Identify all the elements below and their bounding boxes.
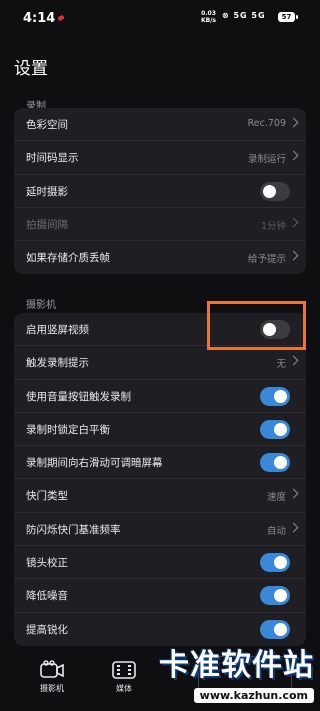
chevron-right-icon (288, 355, 299, 366)
setting-value: 自动 (266, 525, 286, 537)
setting-value: 录制运行 (247, 154, 286, 166)
setting-row-timelapse: 延时摄影 (14, 175, 306, 208)
setting-label: 拍摄间隔 (26, 218, 68, 231)
chevron-right-icon (288, 150, 299, 161)
setting-label: 降低噪音 (26, 590, 68, 603)
notification-icon (57, 14, 65, 22)
volume-trigger-toggle[interactable] (260, 386, 290, 406)
setting-label: 使用音量按钮触发录制 (26, 390, 131, 403)
section-title-camera: 摄影机 (26, 300, 56, 311)
lock-wb-toggle[interactable] (260, 419, 290, 439)
nav-label: 媒体 (116, 684, 132, 693)
setting-label: 色彩空间 (26, 119, 68, 131)
setting-value: 速度 (266, 492, 286, 504)
setting-row-lock-wb: 录制时锁定白平衡 (14, 413, 306, 447)
chevron-right-icon (288, 217, 299, 228)
toggle-knob (263, 184, 276, 198)
setting-label: 时间码显示 (26, 152, 79, 165)
lens-correction-toggle[interactable] (260, 553, 290, 573)
toggle-knob (274, 389, 287, 403)
setting-row-shutter-type[interactable]: 快门类型 速度 (14, 479, 306, 513)
watermark-url: www.kazhun.com (193, 688, 314, 703)
page-title: 设置 (14, 59, 48, 79)
setting-label: 快门类型 (26, 490, 68, 503)
setting-row-timecode[interactable]: 时间码显示 录制运行 (14, 141, 306, 175)
setting-row-color-space[interactable]: 色彩空间 Rec.709 (14, 108, 306, 142)
nav-label: 摄影机 (40, 684, 64, 693)
toggle-knob (274, 456, 287, 470)
timelapse-toggle[interactable] (260, 181, 290, 201)
chevron-right-icon (288, 489, 299, 499)
setting-value: 1分钟 (260, 220, 286, 232)
noise-reduction-toggle[interactable] (260, 586, 290, 606)
setting-row-lens-correction: 镜头校正 (14, 546, 306, 580)
chevron-right-icon (288, 522, 299, 533)
chevron-right-icon (288, 250, 299, 261)
sharpening-toggle[interactable] (260, 619, 290, 639)
setting-label: 触发录制提示 (26, 357, 89, 370)
signal-icons: ⊗ 5G 5G (222, 11, 266, 20)
toggle-knob (274, 422, 287, 436)
nav-item-camera[interactable]: 摄影机 (27, 660, 77, 694)
highlight-annotation-box (207, 301, 306, 350)
network-speed: 0.03 KB/s (201, 10, 216, 24)
status-bar: 4:14 0.03 KB/s ⊗ 5G 5G 57 (0, 0, 320, 38)
nav-item-media[interactable]: 媒体 (99, 660, 149, 694)
swipe-dim-toggle[interactable] (260, 453, 290, 473)
setting-label: 如果存储介质丢帧 (26, 252, 110, 265)
setting-row-noise-reduction: 降低噪音 (14, 579, 306, 613)
setting-row-swipe-dim: 录制期间向右滑动可调暗屏幕 (14, 446, 306, 480)
setting-label: 录制期间向右滑动可调暗屏幕 (26, 457, 163, 470)
setting-label: 录制时锁定白平衡 (26, 423, 110, 436)
setting-row-interval[interactable]: 拍摄间隔 1分钟 (14, 208, 306, 242)
toggle-knob (274, 556, 287, 570)
setting-row-volume-trigger: 使用音量按钮触发录制 (14, 380, 306, 413)
setting-label: 启用竖屏视频 (26, 324, 89, 336)
setting-label: 防闪烁快门基准频率 (26, 523, 121, 536)
watermark: 卡准软件站 www.kazhun.com (159, 640, 314, 703)
setting-value: Rec.709 (247, 118, 286, 129)
setting-row-record-prompt[interactable]: 触发录制提示 无 (14, 346, 306, 380)
chevron-right-icon (288, 117, 299, 128)
film-icon (112, 661, 136, 679)
setting-label: 镜头校正 (26, 557, 68, 570)
watermark-text: 卡准软件站 (159, 648, 314, 683)
camera-icon (40, 660, 64, 678)
status-time: 4:14 (23, 11, 56, 26)
toggle-knob (274, 622, 287, 636)
setting-label: 延时摄影 (26, 185, 68, 198)
setting-row-anti-flicker[interactable]: 防闪烁快门基准频率 自动 (14, 513, 306, 547)
setting-value: 给予提示 (247, 254, 286, 266)
settings-group-recording: 色彩空间 Rec.709 时间码显示 录制运行 延时摄影 拍摄间隔 1分钟 如果… (14, 108, 306, 275)
setting-label: 提高锐化 (26, 623, 68, 636)
setting-value: 无 (276, 359, 286, 371)
settings-group-camera: 启用竖屏视频 触发录制提示 无 使用音量按钮触发录制 录制时锁定白平衡 录制期间… (14, 313, 306, 646)
battery-icon: 57 (278, 12, 298, 22)
setting-row-dropped-frames[interactable]: 如果存储介质丢帧 给予提示 (14, 241, 306, 274)
toggle-knob (274, 589, 287, 603)
